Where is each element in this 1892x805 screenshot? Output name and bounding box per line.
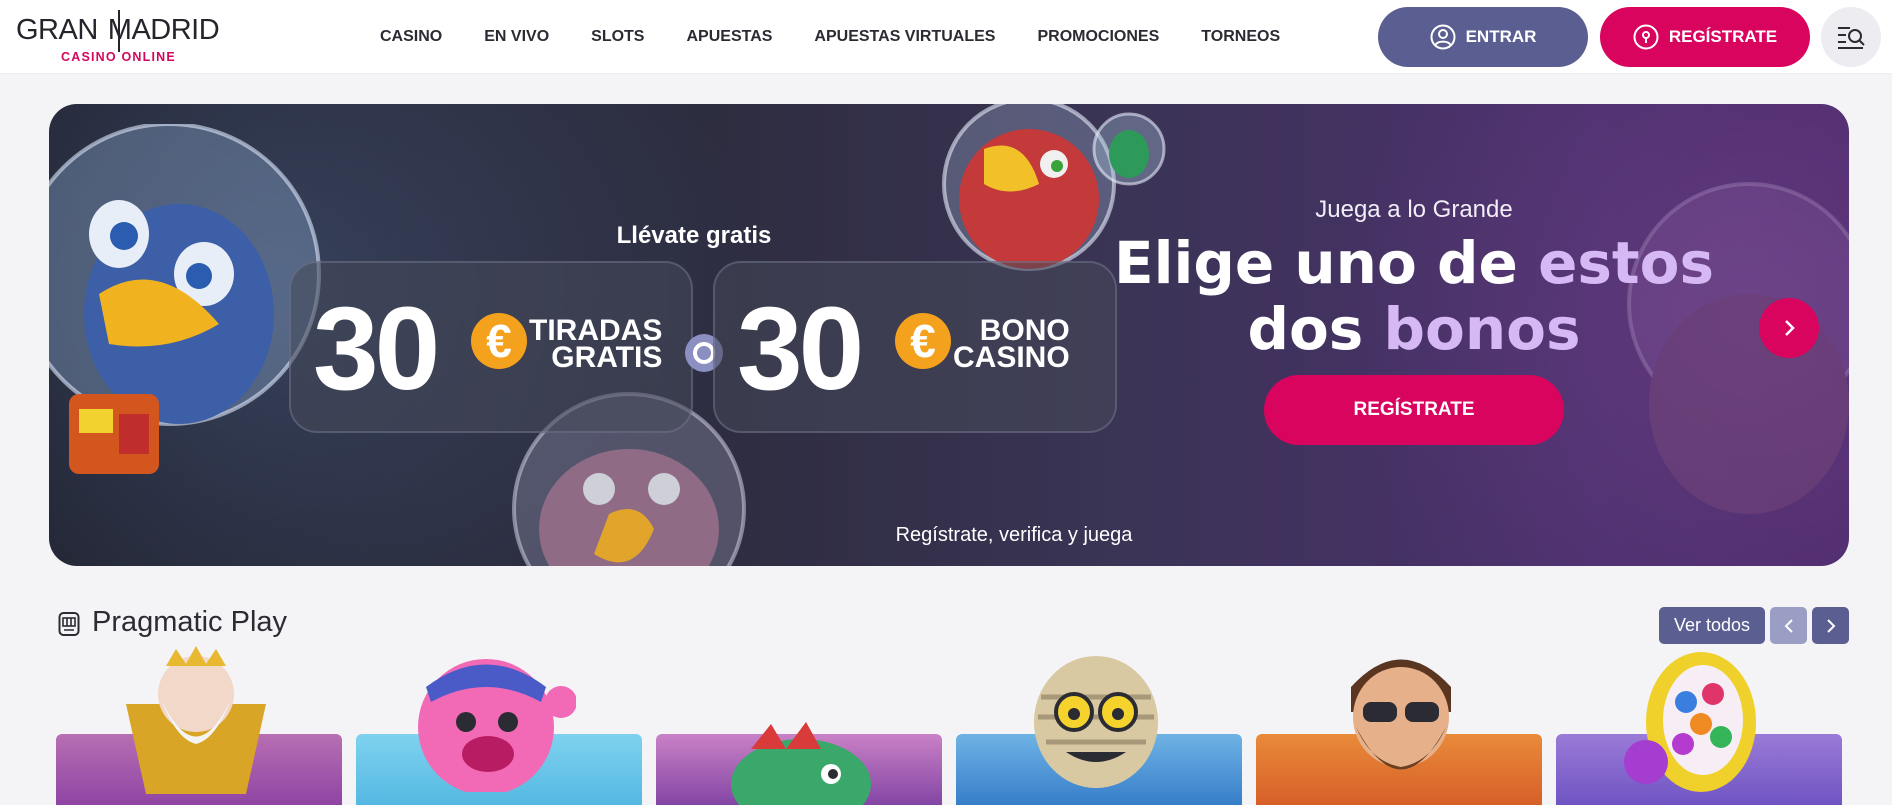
chevron-right-icon <box>1826 618 1835 633</box>
fish-character <box>731 722 871 805</box>
register-button[interactable]: REGÍSTRATE <box>1600 7 1810 67</box>
banner-register-button[interactable]: REGÍSTRATE <box>1264 375 1564 445</box>
casino-bonus-offer: 30 € BONO CASINO <box>713 261 1117 433</box>
offer-label: TIRADAS GRATIS <box>529 314 663 374</box>
see-all-button[interactable]: Ver todos <box>1659 607 1765 644</box>
game-card[interactable] <box>56 646 342 805</box>
nav-item-en-vivo[interactable]: EN VIVO <box>484 28 549 46</box>
game-carousel <box>56 646 1846 805</box>
menu-search-icon <box>1838 27 1865 49</box>
provider-section-header: Pragmatic Play <box>58 606 287 639</box>
offer-amount: 30 <box>313 283 440 415</box>
offer-label: BONO CASINO <box>953 314 1070 374</box>
nav-item-apuestas[interactable]: APUESTAS <box>686 28 772 46</box>
gumball-machine-character <box>1624 652 1756 792</box>
zeus-character <box>126 646 266 794</box>
banner-next-button[interactable] <box>1759 298 1819 358</box>
site-logo[interactable]: GRAN MADRID CASINO ONLINE <box>16 8 226 66</box>
euro-coin-icon: € <box>471 313 527 369</box>
offer-amount: 30 <box>737 283 864 415</box>
bearded-man-character <box>1351 659 1451 770</box>
nav-item-casino[interactable]: CASINO <box>380 28 442 46</box>
game-card[interactable] <box>356 659 642 805</box>
pink-bear-character <box>418 659 576 792</box>
nav-item-slots[interactable]: SLOTS <box>591 28 644 46</box>
carousel-prev-button[interactable] <box>1770 607 1807 644</box>
nav-item-promociones[interactable]: PROMOCIONES <box>1037 28 1159 46</box>
logo-divider <box>118 10 120 52</box>
location-pin-icon <box>1633 24 1659 50</box>
user-circle-icon <box>1430 24 1456 50</box>
main-nav: CASINO EN VIVO SLOTS APUESTAS APUESTAS V… <box>380 0 1280 74</box>
provider-title: Pragmatic Play <box>92 606 288 638</box>
chevron-right-icon <box>1785 320 1795 336</box>
nav-item-torneos[interactable]: TORNEOS <box>1201 28 1280 46</box>
banner-footer-text: Regístrate, verifica y juega <box>895 524 1133 546</box>
chevron-left-icon <box>1784 618 1793 633</box>
login-button[interactable]: ENTRAR <box>1378 7 1588 67</box>
free-spins-offer: 30 € TIRADAS GRATIS <box>289 261 693 433</box>
top-header: GRAN MADRID CASINO ONLINE CASINO EN VIVO … <box>0 0 1892 74</box>
promo-title: Elige uno de estos dos bonos <box>1113 229 1715 363</box>
login-label: ENTRAR <box>1465 27 1537 46</box>
menu-search-button[interactable] <box>1821 7 1881 67</box>
game-card[interactable] <box>956 656 1242 805</box>
promo-kicker: Juega a lo Grande <box>1315 196 1513 223</box>
game-card[interactable] <box>1556 652 1842 805</box>
register-label: REGÍSTRATE <box>1668 27 1778 46</box>
slot-machine-icon <box>58 611 80 636</box>
mummy-character <box>1034 656 1158 788</box>
carousel-next-button[interactable] <box>1812 607 1849 644</box>
promo-banner[interactable]: Llévate gratis 30 € TIRADAS GRATIS 30 € B… <box>49 104 1849 566</box>
nav-item-apuestas-virtuales[interactable]: APUESTAS VIRTUALES <box>814 28 995 46</box>
game-card[interactable] <box>1256 659 1542 805</box>
euro-coin-icon: € <box>895 313 951 369</box>
bonus-heading: Llévate gratis <box>616 222 772 249</box>
logo-tagline: CASINO ONLINE <box>61 50 176 64</box>
game-card[interactable] <box>656 722 942 805</box>
